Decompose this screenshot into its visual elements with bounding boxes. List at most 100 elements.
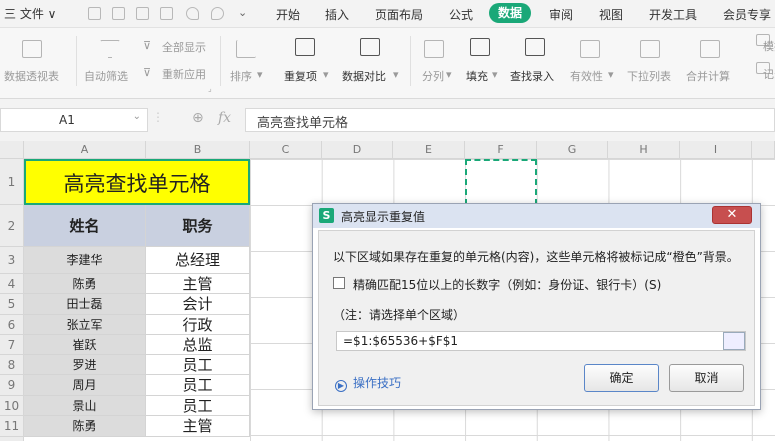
lookup-entry-button[interactable]: 查找录入 xyxy=(510,68,554,84)
precise-match-label[interactable]: 精确匹配15位以上的长数字（例如：身份证、银行卡）(S) xyxy=(353,276,661,293)
column-header-i[interactable]: I xyxy=(680,141,752,159)
redo-icon[interactable] xyxy=(211,7,224,20)
quick-access-dropdown-icon[interactable]: ⌄ xyxy=(238,6,247,19)
name-box[interactable]: A1 ⌄ xyxy=(0,108,148,132)
validation-icon[interactable] xyxy=(580,40,600,58)
data-cell-name[interactable]: 罗进 xyxy=(24,355,146,375)
row-header-5[interactable]: 5 xyxy=(0,294,24,315)
data-cell-name[interactable]: 周月 xyxy=(24,375,146,396)
data-cell-title[interactable]: 总监 xyxy=(146,335,250,355)
row-header-1[interactable]: 1 xyxy=(0,159,24,205)
what-if-button[interactable]: 模拟分析 xyxy=(763,38,775,54)
split-dropdown-icon[interactable]: ▾ xyxy=(446,68,452,81)
data-cell-name[interactable]: 张立军 xyxy=(24,315,146,335)
column-header-d[interactable]: D xyxy=(322,141,393,159)
row-header-2[interactable]: 2 xyxy=(0,205,24,247)
tab-insert[interactable]: 插入 xyxy=(325,6,349,23)
show-all-button[interactable]: 全部显示 xyxy=(162,39,206,55)
row-header-8[interactable]: 8 xyxy=(0,355,24,375)
data-cell-title[interactable]: 主管 xyxy=(146,416,250,437)
duplicates-dropdown-icon[interactable]: ▾ xyxy=(323,68,329,81)
row-header-9[interactable]: 9 xyxy=(0,375,24,396)
data-cell-name[interactable]: 陈勇 xyxy=(24,416,146,437)
sort-icon[interactable] xyxy=(236,40,256,58)
pivot-table-button[interactable]: 数据透视表 xyxy=(4,68,59,84)
tab-page-layout[interactable]: 页面布局 xyxy=(375,6,423,23)
column-header-c[interactable]: C xyxy=(250,141,322,159)
data-cell-title[interactable]: 员工 xyxy=(146,375,250,396)
reapply-button[interactable]: 重新应用 xyxy=(162,66,206,82)
zoom-icon[interactable]: ⊕ xyxy=(192,110,204,126)
data-cell-name[interactable]: 崔跃 xyxy=(24,335,146,355)
consolidate-icon[interactable] xyxy=(700,40,720,58)
data-cell-title[interactable]: 会计 xyxy=(146,294,250,315)
column-header-j[interactable] xyxy=(752,141,775,159)
header-cell-name[interactable]: 姓名 xyxy=(24,205,146,247)
row-header-12[interactable] xyxy=(0,437,24,441)
row-header-10[interactable]: 10 xyxy=(0,396,24,416)
pivot-table-icon[interactable] xyxy=(22,40,42,58)
fill-button[interactable]: 填充 xyxy=(466,68,488,84)
duplicates-button[interactable]: 重复项 xyxy=(284,68,317,84)
row-header-6[interactable]: 6 xyxy=(0,315,24,335)
column-header-g[interactable]: G xyxy=(537,141,608,159)
ok-button[interactable]: 确定 xyxy=(584,364,659,392)
sort-dropdown-icon[interactable]: ▾ xyxy=(257,68,263,81)
data-compare-icon[interactable] xyxy=(360,38,380,56)
range-select-icon[interactable] xyxy=(723,332,745,350)
header-cell-title[interactable]: 职务 xyxy=(146,205,250,247)
sort-button[interactable]: 排序 xyxy=(230,68,252,84)
chevron-down-icon[interactable]: ⌄ xyxy=(133,111,141,122)
tab-formulas[interactable]: 公式 xyxy=(449,6,473,23)
row-header-3[interactable]: 3 xyxy=(0,247,24,274)
data-cell-name[interactable]: 田士磊 xyxy=(24,294,146,315)
copy-marquee-f1[interactable] xyxy=(465,159,537,205)
column-header-h[interactable]: H xyxy=(608,141,680,159)
select-all-corner[interactable] xyxy=(0,141,24,159)
save-icon[interactable] xyxy=(88,7,101,20)
print-icon[interactable] xyxy=(136,7,149,20)
row-header-4[interactable]: 4 xyxy=(0,274,24,294)
dropdown-list-button[interactable]: 下拉列表 xyxy=(627,68,671,84)
split-column-icon[interactable] xyxy=(424,40,444,58)
duplicates-icon[interactable] xyxy=(295,38,315,56)
title-cell[interactable]: 高亮查找单元格 xyxy=(24,159,250,205)
data-cell-name[interactable]: 景山 xyxy=(24,396,146,416)
tab-home[interactable]: 开始 xyxy=(276,6,300,23)
tab-view[interactable]: 视图 xyxy=(599,6,623,23)
data-cell-title[interactable]: 员工 xyxy=(146,396,250,416)
data-cell-title[interactable]: 行政 xyxy=(146,315,250,335)
data-compare-button[interactable]: 数据对比 xyxy=(342,68,386,84)
cancel-button[interactable]: 取消 xyxy=(669,364,744,392)
column-header-a[interactable]: A xyxy=(24,141,146,159)
tab-developer[interactable]: 开发工具 xyxy=(649,6,697,23)
fill-dropdown-icon[interactable]: ▾ xyxy=(492,68,498,81)
data-cell-title[interactable]: 主管 xyxy=(146,274,250,294)
formula-input[interactable]: 高亮查找单元格 xyxy=(245,108,775,132)
lookup-entry-icon[interactable] xyxy=(525,38,545,56)
dialog-title-bar[interactable]: S 高亮显示重复值 ✕ xyxy=(313,204,760,228)
undo-icon[interactable] xyxy=(186,7,199,20)
tab-review[interactable]: 审阅 xyxy=(549,6,573,23)
validation-button[interactable]: 有效性 xyxy=(570,68,603,84)
dropdown-list-icon[interactable] xyxy=(640,40,660,58)
group-expand-icon[interactable]: ⌟ xyxy=(208,84,212,93)
consolidate-button[interactable]: 合并计算 xyxy=(686,68,730,84)
tab-data[interactable]: 数据 xyxy=(489,3,532,23)
resize-handle-icon[interactable]: ⋮ xyxy=(152,110,164,124)
auto-filter-icon[interactable] xyxy=(100,40,120,58)
row-header-11[interactable]: 11 xyxy=(0,416,24,437)
file-menu[interactable]: 三 文件 ∨ xyxy=(4,5,56,22)
column-header-f[interactable]: F xyxy=(465,141,537,159)
fill-icon[interactable] xyxy=(470,38,490,56)
data-cell-title[interactable]: 员工 xyxy=(146,355,250,375)
data-cell-title[interactable]: 总经理 xyxy=(146,247,250,274)
data-cell-name[interactable]: 陈勇 xyxy=(24,274,146,294)
record-form-button[interactable]: 记录单 xyxy=(763,66,775,82)
fx-icon[interactable]: fx xyxy=(218,110,231,126)
validation-dropdown-icon[interactable]: ▾ xyxy=(608,68,614,81)
data-cell-name[interactable]: 李建华 xyxy=(24,247,146,274)
precise-match-checkbox[interactable] xyxy=(333,277,345,289)
auto-filter-button[interactable]: 自动筛选 xyxy=(84,68,128,84)
tips-link[interactable]: ▶ 操作技巧 xyxy=(335,374,401,392)
